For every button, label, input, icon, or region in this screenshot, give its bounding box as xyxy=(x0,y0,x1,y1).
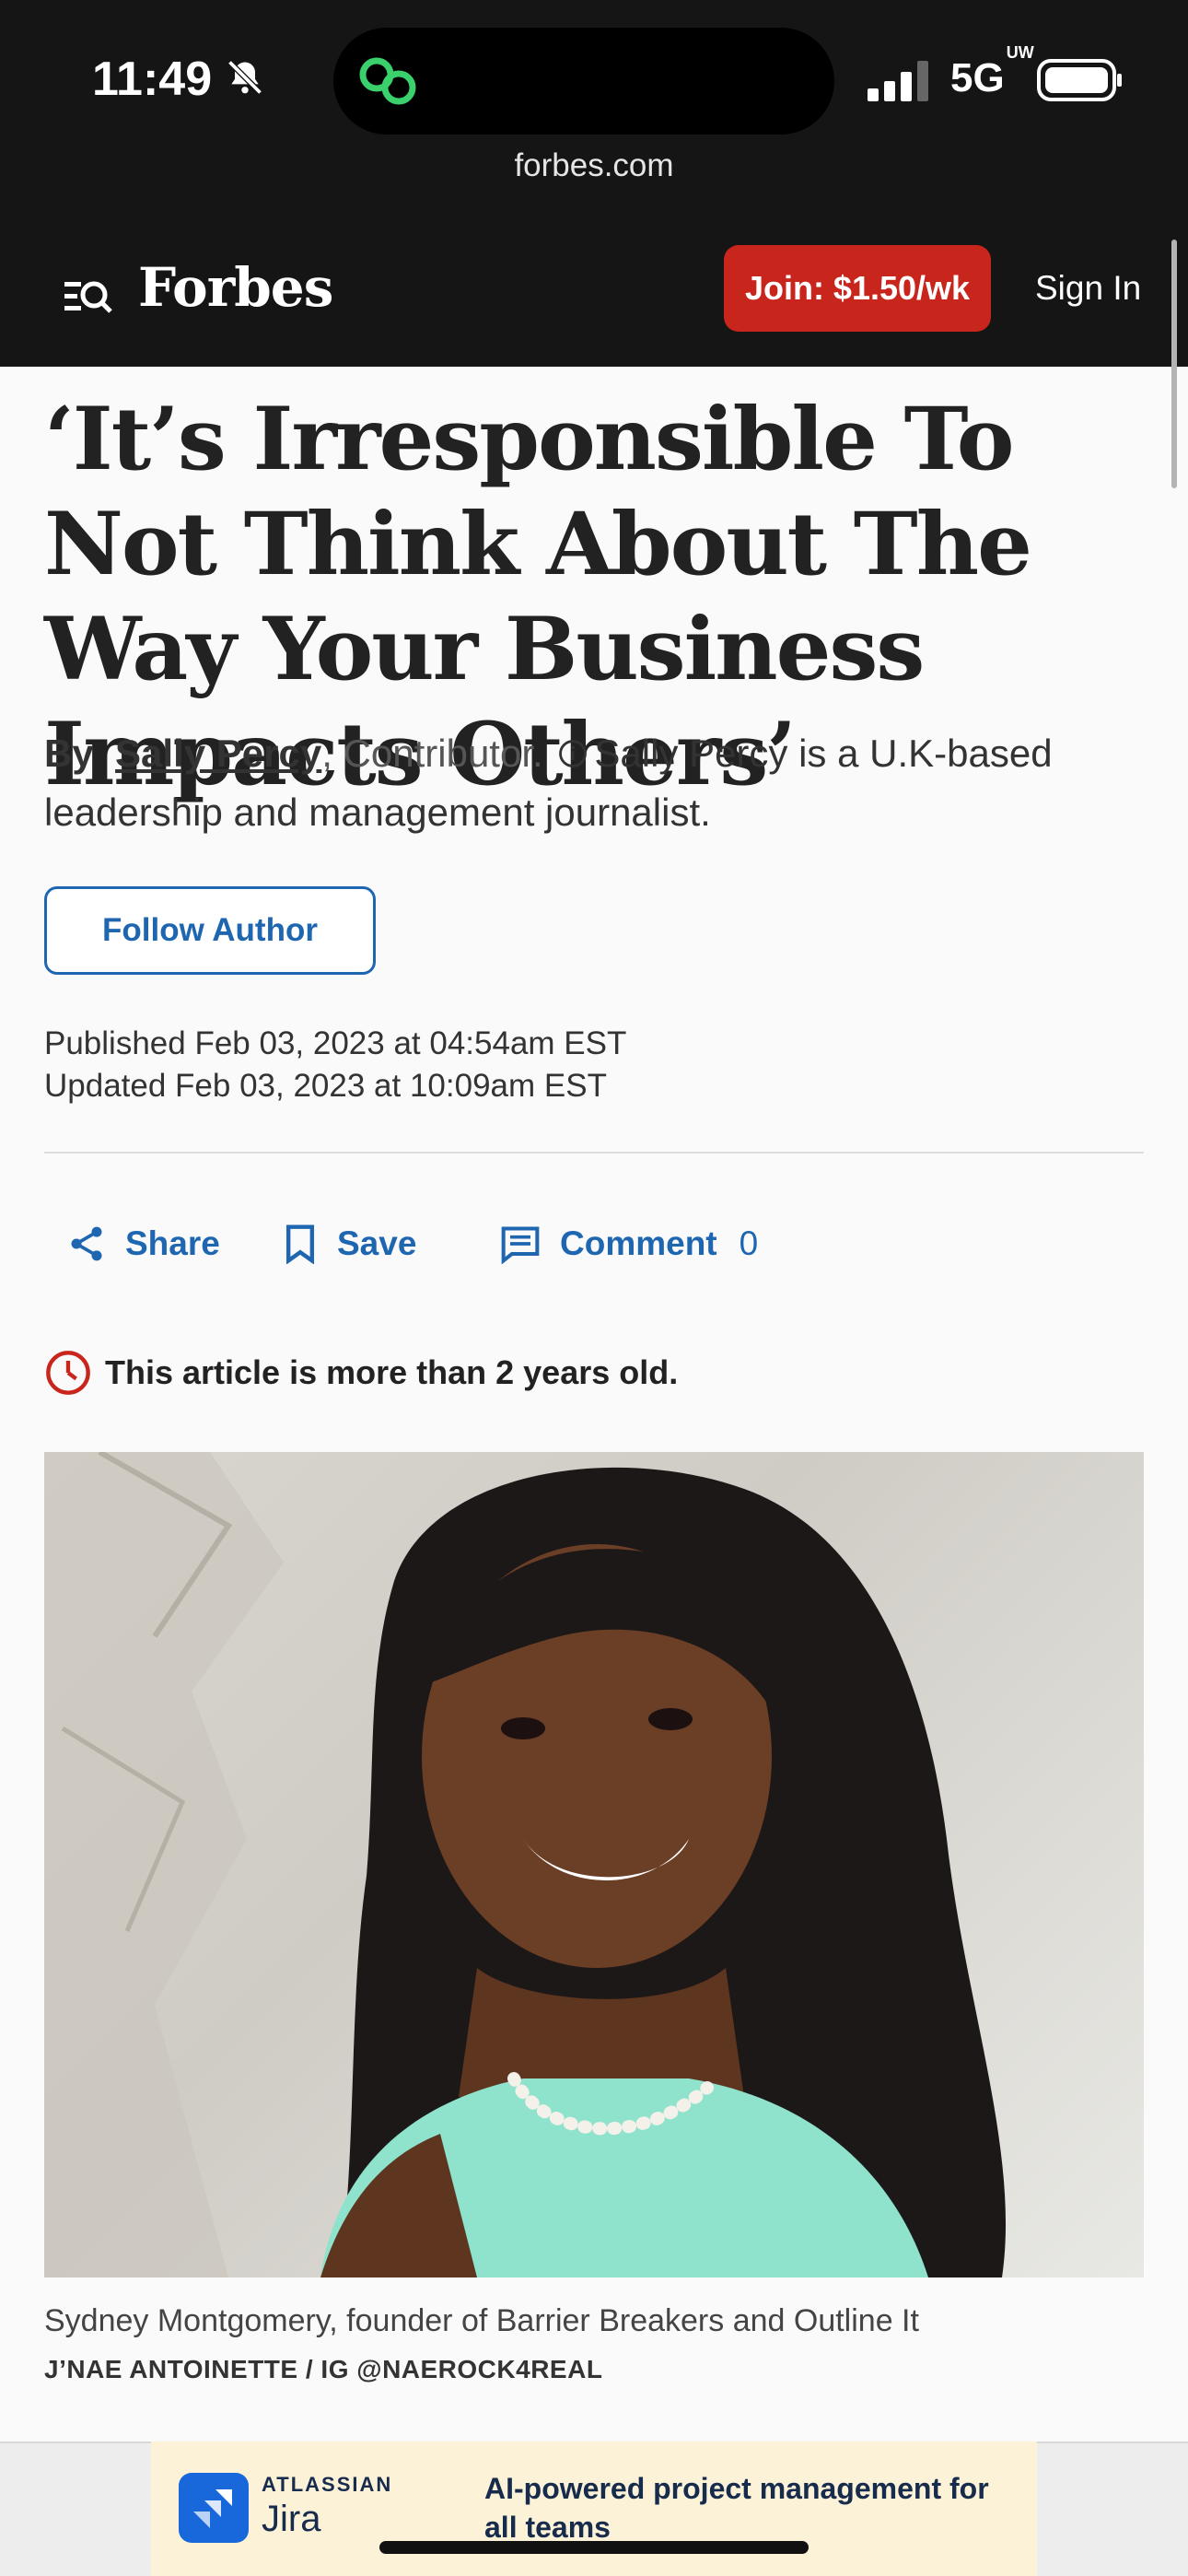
menu-search-icon[interactable] xyxy=(63,271,114,322)
site-header: Forbes Join: $1.50/wk Sign In xyxy=(0,230,1188,367)
signal-icon xyxy=(868,61,928,101)
portrait-illustration xyxy=(44,1452,1007,2277)
clock-icon xyxy=(46,1351,90,1395)
comment-label: Comment xyxy=(560,1224,717,1262)
divider xyxy=(44,1152,1144,1153)
age-notice-text: This article is more than 2 years old. xyxy=(105,1353,679,1391)
published-date: Published Feb 03, 2023 at 04:54am EST xyxy=(44,1025,627,1061)
updated-date: Updated Feb 03, 2023 at 10:09am EST xyxy=(44,1068,607,1104)
follow-author-button[interactable]: Follow Author xyxy=(44,886,376,975)
ad-text: AI-powered project management for all te… xyxy=(484,2472,989,2544)
network-type: 5GUW xyxy=(950,43,1034,100)
scrollbar[interactable] xyxy=(1171,240,1177,488)
bell-slash-icon xyxy=(227,60,262,95)
comment-icon xyxy=(501,1226,540,1264)
image-credit: J’NAE ANTOINETTE / IG @NAEROCK4REAL xyxy=(44,2355,603,2383)
image-caption: Sydney Montgomery, founder of Barrier Br… xyxy=(44,2303,919,2338)
byline-by: By xyxy=(44,732,94,775)
share-icon xyxy=(71,1226,102,1261)
link-icon xyxy=(359,57,416,105)
sign-in-link[interactable]: Sign In xyxy=(1035,269,1141,308)
share-button[interactable]: Share xyxy=(66,1216,220,1271)
ad-brand: ATLASSIAN xyxy=(262,2473,393,2496)
dynamic-island xyxy=(333,28,834,135)
ad-product: Jira xyxy=(262,2499,321,2539)
article-hero-image[interactable] xyxy=(44,1452,1144,2277)
save-label: Save xyxy=(337,1224,417,1262)
address-bar-url[interactable]: forbes.com xyxy=(0,147,1188,184)
join-subscription-button[interactable]: Join: $1.50/wk xyxy=(724,245,991,332)
info-icon[interactable] xyxy=(557,738,588,769)
article-dates: Published Feb 03, 2023 at 04:54am EST Up… xyxy=(44,1023,626,1107)
status-time: 11:49 xyxy=(92,53,213,106)
bookmark-icon xyxy=(285,1224,315,1264)
jira-logo-icon xyxy=(179,2473,249,2543)
author-link[interactable]: Sally Percy xyxy=(115,732,321,775)
battery-icon xyxy=(1037,59,1122,101)
article-age-notice: This article is more than 2 years old. xyxy=(44,1349,678,1397)
save-button[interactable]: Save xyxy=(282,1216,416,1271)
byline: By Sally Percy, Contributor. Sally Percy… xyxy=(44,724,1131,842)
author-role: , Contributor. xyxy=(321,732,543,775)
comment-count: 0 xyxy=(739,1224,759,1262)
share-label: Share xyxy=(125,1224,220,1262)
comment-button[interactable]: Comment 0 xyxy=(499,1216,758,1271)
forbes-logo[interactable]: Forbes xyxy=(138,256,333,319)
home-indicator[interactable] xyxy=(379,2541,809,2554)
jira-ad-banner[interactable]: ATLASSIAN Jira AI-powered project manage… xyxy=(151,2441,1037,2576)
status-bar: 11:49 5GUW forbes.com xyxy=(0,0,1188,230)
